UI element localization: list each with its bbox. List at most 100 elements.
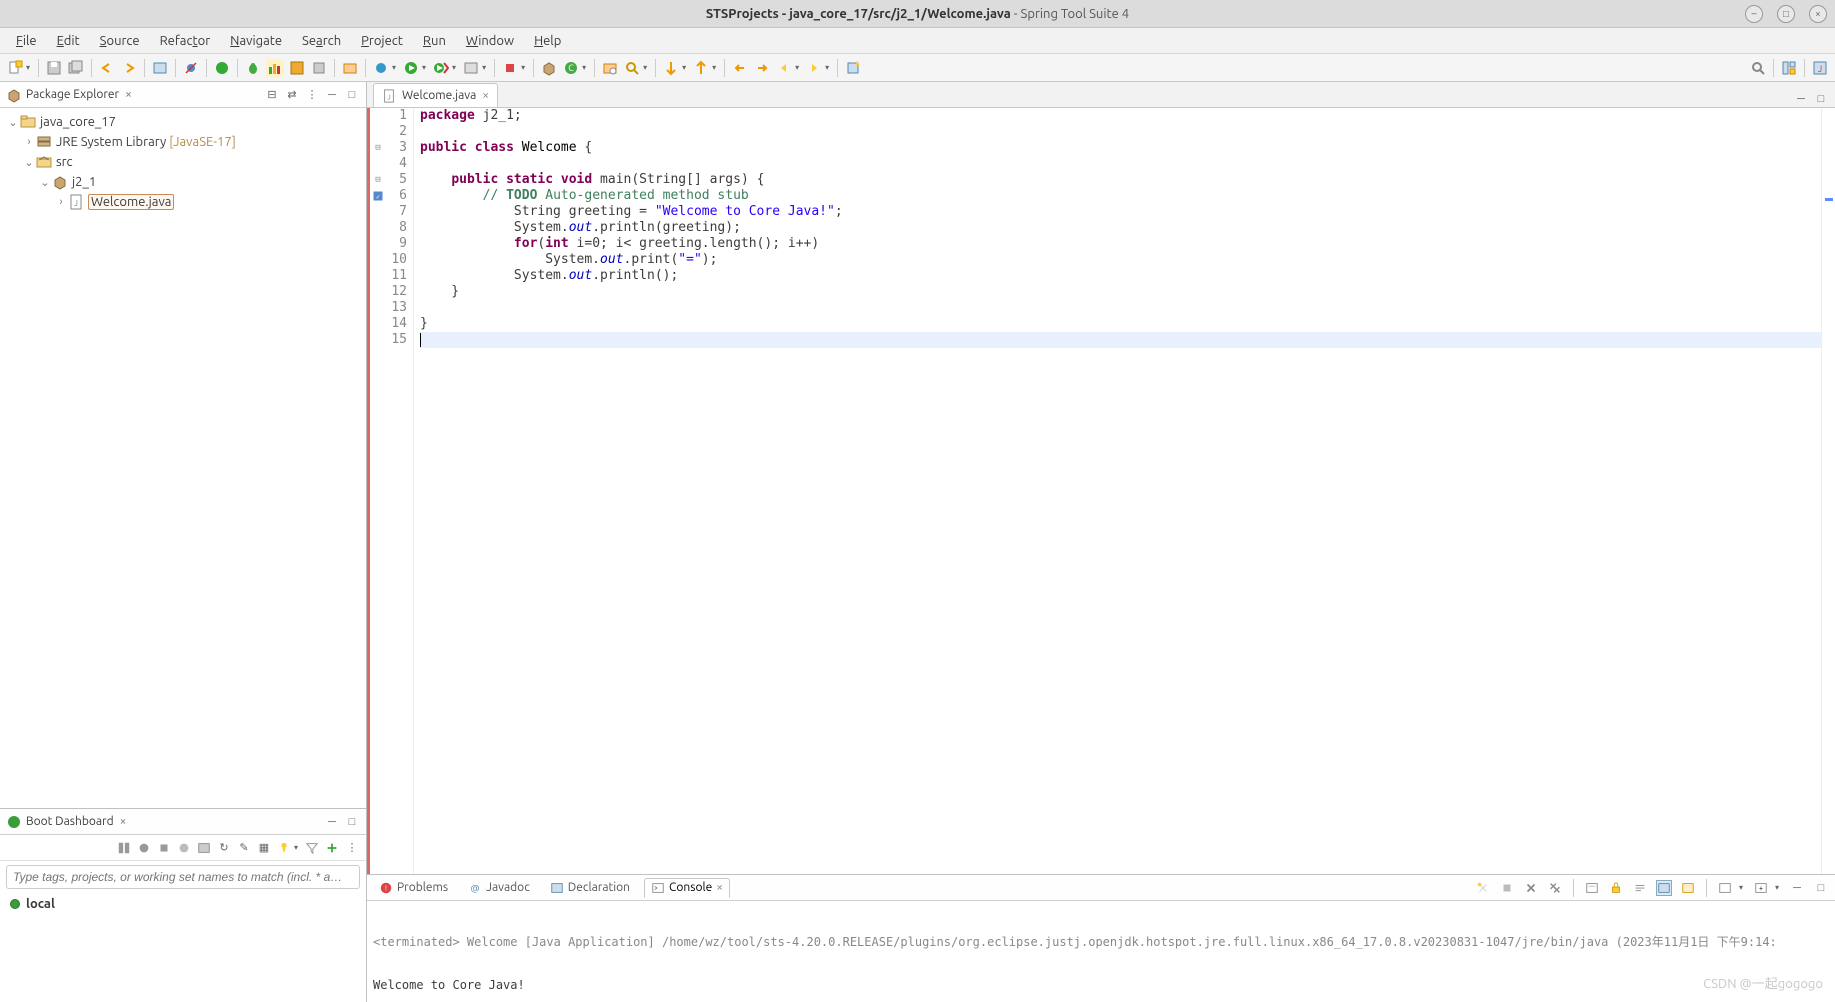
code-line[interactable]: package j2_1; — [420, 108, 1821, 124]
tab-declaration[interactable]: Declaration — [544, 879, 636, 897]
editor-tab-close-icon[interactable]: × — [482, 89, 489, 102]
boot-btn-1[interactable] — [116, 840, 132, 856]
console-minimize-button[interactable]: ─ — [1789, 880, 1805, 896]
boot-btn-4[interactable] — [176, 840, 192, 856]
console-show-button[interactable] — [1680, 880, 1696, 896]
editor-maximize-button[interactable]: □ — [1813, 91, 1829, 107]
console-clear-button[interactable] — [1584, 880, 1600, 896]
console-scroll-lock-button[interactable] — [1608, 880, 1624, 896]
new-package-button[interactable] — [540, 59, 558, 77]
redo-button[interactable] — [120, 59, 138, 77]
menu-source[interactable]: Source — [90, 31, 150, 51]
search-button[interactable] — [623, 59, 641, 77]
console-removeall-button[interactable] — [1547, 880, 1563, 896]
undo-button[interactable] — [98, 59, 116, 77]
tree-package[interactable]: ⌄ j2_1 — [0, 172, 366, 192]
open-console-button[interactable] — [372, 59, 390, 77]
profile-button[interactable] — [288, 59, 306, 77]
save-button[interactable] — [45, 59, 63, 77]
menu-search[interactable]: Search — [292, 31, 351, 51]
collapse-all-button[interactable]: ⊟ — [264, 87, 280, 103]
boot-btn-8[interactable]: ▦ — [256, 840, 272, 856]
back-location-button[interactable] — [753, 59, 771, 77]
code-line[interactable]: // TODO Auto-generated method stub — [420, 188, 1821, 204]
boot-item-local[interactable]: local — [10, 897, 356, 911]
maximize-button[interactable]: □ — [1777, 5, 1795, 23]
boot-add-button[interactable] — [324, 840, 340, 856]
tab-console[interactable]: Console × — [644, 878, 730, 898]
view-menu-button[interactable]: ⋮ — [304, 87, 320, 103]
menu-window[interactable]: Window — [456, 31, 524, 51]
tree-jre[interactable]: › JRE System Library [JavaSE-17] — [0, 132, 366, 152]
code-area[interactable]: package j2_1; public class Welcome { pub… — [414, 108, 1821, 874]
link-editor-button[interactable]: ⇄ — [284, 87, 300, 103]
last-edit-button[interactable] — [731, 59, 749, 77]
coverage-button[interactable] — [266, 59, 284, 77]
boot-minimize-button[interactable]: ─ — [324, 814, 340, 830]
tab-problems[interactable]: ! Problems — [373, 879, 454, 897]
boot-filter-input[interactable] — [6, 865, 360, 889]
save-all-button[interactable] — [67, 59, 85, 77]
new-class-button[interactable]: C — [562, 59, 580, 77]
console-btn-1[interactable] — [1475, 880, 1491, 896]
run-button[interactable] — [402, 59, 420, 77]
back-button[interactable] — [775, 59, 793, 77]
package-explorer-tree[interactable]: ⌄ java_core_17 › JRE System Library [Jav… — [0, 108, 366, 808]
relaunch-button[interactable] — [501, 59, 519, 77]
code-line[interactable]: public class Welcome { — [420, 140, 1821, 156]
next-annotation-button[interactable] — [692, 59, 710, 77]
stop-button[interactable] — [213, 59, 231, 77]
boot-menu-button[interactable]: ⋮ — [344, 840, 360, 856]
menu-project[interactable]: Project — [351, 31, 413, 51]
open-perspective-button[interactable] — [1780, 59, 1798, 77]
minimize-view-button[interactable]: ─ — [324, 87, 340, 103]
code-line[interactable]: System.out.print("="); — [420, 252, 1821, 268]
console-pin-button[interactable] — [1656, 880, 1672, 896]
code-line[interactable]: } — [420, 316, 1821, 332]
editor-minimize-button[interactable]: ─ — [1793, 91, 1809, 107]
quick-access-button[interactable] — [1749, 59, 1767, 77]
tree-src[interactable]: ⌄ src — [0, 152, 366, 172]
menu-edit[interactable]: Edit — [47, 31, 90, 51]
console-terminate-button[interactable] — [1499, 880, 1515, 896]
new-button[interactable] — [6, 59, 24, 77]
menu-navigate[interactable]: Navigate — [220, 31, 292, 51]
tree-project[interactable]: ⌄ java_core_17 — [0, 112, 366, 132]
toggle-mark-button[interactable] — [662, 59, 680, 77]
java-perspective-button[interactable]: J — [1811, 59, 1829, 77]
menu-refactor[interactable]: Refactor — [150, 31, 221, 51]
tab-javadoc[interactable]: @ Javadoc — [462, 879, 536, 897]
close-button[interactable]: × — [1809, 5, 1827, 23]
open-type-button[interactable] — [601, 59, 619, 77]
skip-breakpoints-button[interactable] — [182, 59, 200, 77]
boot-btn-6[interactable]: ↻ — [216, 840, 232, 856]
run-last-button[interactable] — [432, 59, 450, 77]
code-line[interactable]: } — [420, 284, 1821, 300]
tree-file[interactable]: › J Welcome.java — [0, 192, 366, 212]
menu-help[interactable]: Help — [524, 31, 571, 51]
console-word-wrap-button[interactable] — [1632, 880, 1648, 896]
maximize-view-button[interactable]: □ — [344, 87, 360, 103]
build-button[interactable] — [310, 59, 328, 77]
code-line[interactable]: System.out.println(); — [420, 268, 1821, 284]
code-line[interactable] — [420, 124, 1821, 140]
debug-button[interactable] — [244, 59, 262, 77]
console-maximize-button[interactable]: □ — [1813, 880, 1829, 896]
code-line[interactable] — [420, 156, 1821, 172]
boot-btn-2[interactable] — [136, 840, 152, 856]
package-explorer-close-icon[interactable]: × — [125, 88, 132, 101]
console-output[interactable]: <terminated> Welcome [Java Application] … — [367, 901, 1835, 1002]
new-project-button[interactable] — [341, 59, 359, 77]
boot-tree[interactable]: local — [0, 893, 366, 915]
pin-editor-button[interactable] — [844, 59, 862, 77]
minimize-button[interactable]: – — [1745, 5, 1763, 23]
code-line[interactable]: System.out.println(greeting); — [420, 220, 1821, 236]
menu-run[interactable]: Run — [413, 31, 456, 51]
console-close-icon[interactable]: × — [716, 881, 723, 894]
code-line[interactable]: public static void main(String[] args) { — [420, 172, 1821, 188]
boot-btn-5[interactable] — [196, 840, 212, 856]
boot-btn-3[interactable] — [156, 840, 172, 856]
menu-file[interactable]: File — [6, 31, 47, 51]
editor-body[interactable]: ⊟⊟✓ 123456789101112131415 package j2_1; … — [367, 108, 1835, 874]
editor-tab-welcome[interactable]: J Welcome.java × — [373, 83, 498, 107]
